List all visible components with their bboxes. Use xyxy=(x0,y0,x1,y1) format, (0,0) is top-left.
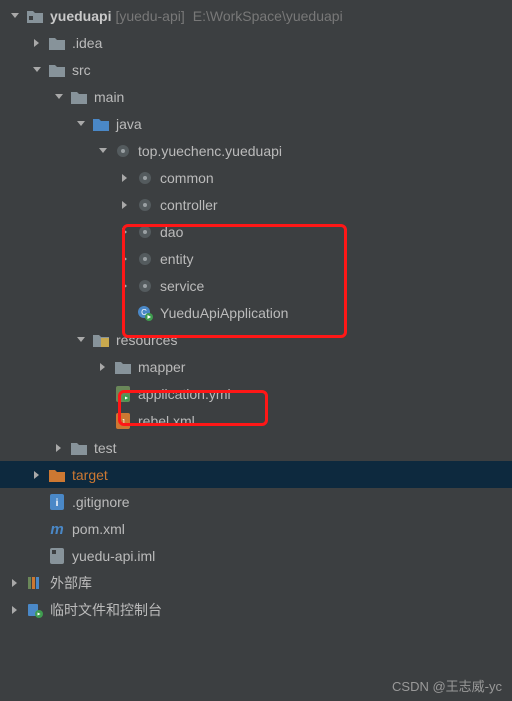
package-icon xyxy=(136,196,154,214)
svg-text:i: i xyxy=(56,498,59,509)
folder-resources-icon xyxy=(92,331,110,349)
chevron-right-icon[interactable] xyxy=(118,171,132,185)
watermark: CSDN @王志威-yc xyxy=(392,676,502,695)
tree-row-resources[interactable]: resources xyxy=(0,326,512,353)
package-icon xyxy=(114,142,132,160)
tree-row-target[interactable]: target xyxy=(0,461,512,488)
tree-label: .gitignore xyxy=(72,494,130,510)
tree-label: main xyxy=(94,89,124,105)
chevron-right-icon[interactable] xyxy=(8,603,22,617)
tree-label: mapper xyxy=(138,359,185,375)
tree-row-dao[interactable]: dao xyxy=(0,218,512,245)
chevron-right-icon[interactable] xyxy=(118,225,132,239)
iml-icon xyxy=(48,547,66,565)
tree-row-controller[interactable]: controller xyxy=(0,191,512,218)
tree-row-idea[interactable]: .idea xyxy=(0,29,512,56)
tree-row-scratch[interactable]: 临时文件和控制台 xyxy=(0,596,512,623)
yml-icon xyxy=(114,385,132,403)
folder-icon xyxy=(114,358,132,376)
class-run-icon: C xyxy=(136,304,154,322)
xml-icon: J xyxy=(114,412,132,430)
tree-label: 外部库 xyxy=(50,573,92,593)
chevron-right-icon[interactable] xyxy=(30,36,44,50)
maven-icon: m xyxy=(48,520,66,538)
tree-label: test xyxy=(94,440,117,456)
tree-label: yueduapi xyxy=(50,8,111,24)
tree-label: service xyxy=(160,278,204,294)
tree-row-common[interactable]: common xyxy=(0,164,512,191)
folder-icon xyxy=(70,439,88,457)
tree-row-src[interactable]: src xyxy=(0,56,512,83)
tree-row-java[interactable]: java xyxy=(0,110,512,137)
tree-row-entity[interactable]: entity xyxy=(0,245,512,272)
chevron-right-icon[interactable] xyxy=(96,360,110,374)
chevron-right-icon[interactable] xyxy=(30,468,44,482)
tree-label: rebel.xml xyxy=(138,413,195,429)
tree-label: entity xyxy=(160,251,193,267)
svg-text:J: J xyxy=(121,419,125,426)
tree-label: top.yuechenc.yueduapi xyxy=(138,143,282,159)
svg-text:m: m xyxy=(50,521,63,537)
tree-label: src xyxy=(72,62,91,78)
chevron-right-icon[interactable] xyxy=(8,576,22,590)
gitignore-icon: i xyxy=(48,493,66,511)
tree-row-pom[interactable]: m pom.xml xyxy=(0,515,512,542)
package-icon xyxy=(136,169,154,187)
library-icon xyxy=(26,574,44,592)
chevron-down-icon[interactable] xyxy=(52,90,66,104)
folder-root-icon xyxy=(26,7,44,25)
tree-row-service[interactable]: service xyxy=(0,272,512,299)
tree-label: java xyxy=(116,116,142,132)
tree-row-rebel[interactable]: Jrebel.xml xyxy=(0,407,512,434)
chevron-down-icon[interactable] xyxy=(74,333,88,347)
tree-row-mapper[interactable]: mapper xyxy=(0,353,512,380)
tree-row-extlib[interactable]: 外部库 xyxy=(0,569,512,596)
tree-row-gitignore[interactable]: i .gitignore xyxy=(0,488,512,515)
tree-path: E:\WorkSpace\yueduapi xyxy=(193,8,343,24)
tree-row-test[interactable]: test xyxy=(0,434,512,461)
tree-label: YueduApiApplication xyxy=(160,305,288,321)
tree-label: application.yml xyxy=(138,386,231,402)
package-icon xyxy=(136,223,154,241)
chevron-down-icon[interactable] xyxy=(74,117,88,131)
tree-label: target xyxy=(72,467,108,483)
tree-row-iml[interactable]: yuedu-api.iml xyxy=(0,542,512,569)
chevron-down-icon[interactable] xyxy=(96,144,110,158)
package-icon xyxy=(136,250,154,268)
tree-row-appyml[interactable]: application.yml xyxy=(0,380,512,407)
chevron-down-icon[interactable] xyxy=(30,63,44,77)
tree-label: pom.xml xyxy=(72,521,125,537)
tree-label: resources xyxy=(116,332,177,348)
project-tree[interactable]: yueduapi[yuedu-api] E:\WorkSpace\yueduapi… xyxy=(0,0,512,623)
folder-icon xyxy=(48,34,66,52)
chevron-right-icon[interactable] xyxy=(118,279,132,293)
tree-label: yuedu-api.iml xyxy=(72,548,155,564)
scratch-icon xyxy=(26,601,44,619)
folder-source-icon xyxy=(92,115,110,133)
folder-target-icon xyxy=(48,466,66,484)
package-icon xyxy=(136,277,154,295)
chevron-down-icon[interactable] xyxy=(8,9,22,23)
folder-icon xyxy=(70,88,88,106)
tree-label: common xyxy=(160,170,214,186)
tree-bracket: [yuedu-api] xyxy=(115,8,184,24)
tree-label: .idea xyxy=(72,35,102,51)
tree-row-root[interactable]: yueduapi[yuedu-api] E:\WorkSpace\yueduapi xyxy=(0,2,512,29)
chevron-right-icon[interactable] xyxy=(118,252,132,266)
tree-label: 临时文件和控制台 xyxy=(50,600,162,620)
chevron-right-icon[interactable] xyxy=(118,198,132,212)
chevron-right-icon[interactable] xyxy=(52,441,66,455)
tree-row-app[interactable]: C YueduApiApplication xyxy=(0,299,512,326)
tree-label: dao xyxy=(160,224,183,240)
tree-row-main[interactable]: main xyxy=(0,83,512,110)
folder-icon xyxy=(48,61,66,79)
tree-row-pkg[interactable]: top.yuechenc.yueduapi xyxy=(0,137,512,164)
tree-label: controller xyxy=(160,197,218,213)
